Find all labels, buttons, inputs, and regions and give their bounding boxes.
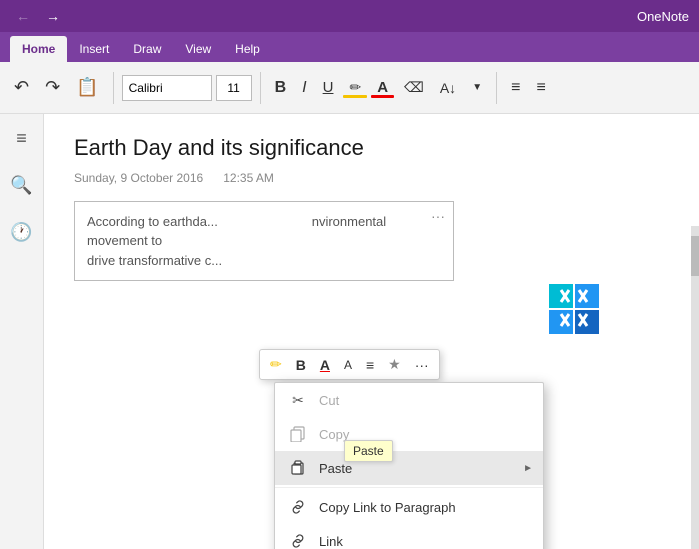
context-menu-copy[interactable]: Copy	[275, 417, 543, 451]
title-bar: ← → OneNote	[0, 0, 699, 32]
paste-arrow-icon: ►	[523, 463, 533, 474]
title-bar-left: ← →	[10, 6, 66, 26]
indent-button[interactable]: ≡	[530, 75, 551, 101]
eraser-button[interactable]: ⌫	[398, 75, 430, 100]
main-area: ≡ 🔍 🕐 Earth Day and its significance Sun…	[0, 114, 699, 549]
tab-help[interactable]: Help	[223, 36, 272, 62]
body-line1: According to earthda...	[87, 214, 218, 229]
paste-tooltip-text: Paste	[353, 444, 384, 458]
mini-font-color-button[interactable]: A	[316, 355, 334, 375]
separator-3	[496, 72, 497, 104]
scroll-thumb[interactable]	[691, 236, 699, 276]
format-dropdown-arrow[interactable]: ▼	[466, 78, 488, 97]
note-date: Sunday, 9 October 2016 12:35 AM	[74, 171, 669, 185]
mini-highlight-button[interactable]: ✏	[266, 354, 286, 375]
forward-button[interactable]: →	[40, 6, 66, 26]
note-title: Earth Day and its significance	[74, 134, 669, 163]
undo-button[interactable]: ↶	[8, 73, 35, 102]
context-menu-cut[interactable]: ✂ Cut	[275, 383, 543, 417]
note-date-text: Sunday, 9 October 2016	[74, 171, 203, 185]
bold-button[interactable]: B	[269, 75, 293, 101]
copy-link-icon	[289, 498, 307, 516]
underline-button[interactable]: U	[317, 75, 340, 100]
pages-icon[interactable]: ≡	[12, 124, 31, 153]
separator-2	[260, 72, 261, 104]
format-dropdown-button[interactable]: A↓	[434, 76, 462, 100]
note-body-preview[interactable]: According to earthda... nvironmental mov…	[74, 201, 454, 282]
title-bar-nav: ← →	[10, 6, 66, 26]
cut-label: Cut	[319, 393, 529, 408]
clipboard-button[interactable]: 📋	[70, 73, 104, 102]
tab-draw[interactable]: Draw	[121, 36, 173, 62]
copy-link-label: Copy Link to Paragraph	[319, 500, 529, 515]
font-size-input[interactable]	[216, 75, 252, 101]
mini-bold-button[interactable]: B	[292, 355, 310, 375]
win-app-icon	[549, 284, 599, 334]
context-menu: ✂ Cut Copy	[274, 382, 544, 549]
cut-icon: ✂	[289, 391, 307, 409]
mini-font-size-button[interactable]: A	[340, 356, 356, 374]
tab-insert[interactable]: Insert	[67, 36, 121, 62]
redo-button[interactable]: ↷	[39, 73, 66, 102]
copy-icon	[289, 425, 307, 443]
page-content: Earth Day and its significance Sunday, 9…	[44, 114, 699, 549]
context-menu-copy-link[interactable]: Copy Link to Paragraph	[275, 490, 543, 524]
italic-button[interactable]: I	[296, 75, 312, 101]
paste-tooltip: Paste	[344, 440, 393, 462]
separator-1	[113, 72, 114, 104]
mini-more-button[interactable]: ···	[411, 355, 433, 375]
body-line2: drive transformative c...	[87, 253, 222, 268]
ribbon-toolbar: ↶ ↷ 📋 B I U ✏ A ⌫ A↓ ▼ ≡ ≡	[0, 62, 699, 114]
paste-label: Paste	[319, 461, 529, 476]
more-options-icon[interactable]: ···	[431, 206, 445, 227]
search-icon[interactable]: 🔍	[6, 171, 36, 200]
link-label: Link	[319, 534, 529, 549]
right-scrollbar[interactable]	[691, 226, 699, 549]
link-icon	[289, 532, 307, 549]
left-sidebar: ≡ 🔍 🕐	[0, 114, 44, 549]
context-menu-link[interactable]: Link	[275, 524, 543, 549]
history-icon[interactable]: 🕐	[6, 218, 36, 247]
note-time-text: 12:35 AM	[223, 171, 274, 185]
font-name-input[interactable]	[122, 75, 212, 101]
font-color-button[interactable]: A	[371, 75, 394, 100]
note-body-text: According to earthda... nvironmental mov…	[87, 212, 441, 271]
highlight-icon: ✏	[349, 79, 361, 96]
menu-separator-1	[275, 487, 543, 488]
font-color-icon: A	[377, 79, 388, 96]
tab-view[interactable]: View	[173, 36, 223, 62]
app-title: OneNote	[637, 9, 689, 24]
context-menu-paste[interactable]: Paste ►	[275, 451, 543, 485]
list-button[interactable]: ≡	[505, 75, 526, 101]
mini-star-button[interactable]: ★	[384, 354, 405, 375]
ribbon-tabs: Home Insert Draw View Help	[0, 32, 699, 62]
mini-list-button[interactable]: ≡	[362, 355, 378, 375]
paste-icon	[289, 459, 307, 477]
highlight-button[interactable]: ✏	[343, 75, 367, 100]
tab-home[interactable]: Home	[10, 36, 67, 62]
mini-toolbar: ✏ B A A ≡ ★ ···	[259, 349, 440, 380]
back-button[interactable]: ←	[10, 6, 36, 26]
